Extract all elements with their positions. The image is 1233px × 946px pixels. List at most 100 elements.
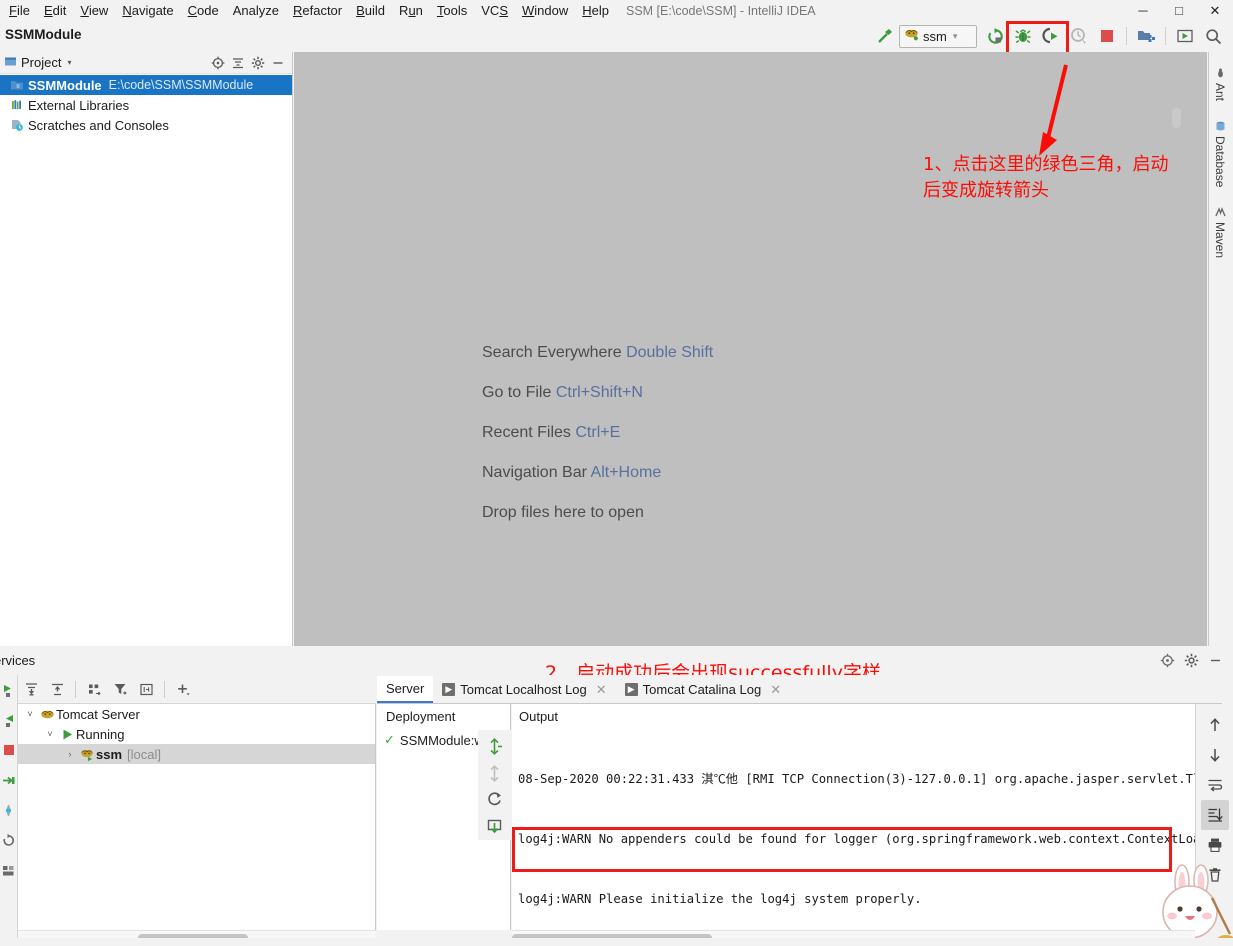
hide-icon[interactable] [268,54,288,72]
project-panel-title: Project [21,55,62,70]
settings-gear-icon[interactable] [1179,650,1203,670]
tree-item-name: External Libraries [28,97,130,113]
menu-item-vcs[interactable]: VCS [474,1,515,20]
menu-item-refactor[interactable]: Refactor [286,1,349,20]
project-structure-icon[interactable] [1133,23,1159,49]
menu-item-tools[interactable]: Tools [430,1,474,20]
tree-item-scratches[interactable]: Scratches and Consoles [0,115,292,135]
rerun-restart-icon[interactable] [982,23,1008,49]
toolbar-divider [1126,27,1127,45]
console-header: Output [512,704,1195,729]
profile-icon[interactable] [1066,23,1092,49]
rail-tab-database[interactable]: Database [1211,117,1229,191]
window-title: SSM [E:\code\SSM] - IntelliJ IDEA [626,3,816,18]
maximize-button[interactable]: □ [1161,0,1197,21]
tab-server[interactable]: Server [377,676,434,703]
project-panel-actions [208,54,292,72]
services-item-ssm[interactable]: › ssm [local] [18,744,375,764]
tree-item-external-libraries[interactable]: External Libraries [0,95,292,115]
idea-window: File Edit View Navigate Code Analyze Ref… [0,0,1233,946]
chevron-right-icon[interactable]: › [62,749,78,759]
close-icon[interactable]: ✕ [770,682,781,698]
menu-item-analyze[interactable]: Analyze [226,1,286,20]
console-line: log4j:WARN No appenders could be found f… [518,832,1195,846]
menu-item-code[interactable]: Code [181,1,226,20]
deploy-icon[interactable] [486,733,503,760]
chevron-down-icon[interactable]: ˅ [42,729,58,739]
libraries-icon [8,98,25,112]
services-title: ervices [0,652,36,668]
menu-item-window[interactable]: Window [515,1,575,20]
chevron-down-icon[interactable]: ▾ [953,31,958,42]
menu-item-build[interactable]: Build [349,1,392,20]
rerun-icon[interactable] [0,705,17,735]
scroll-to-end-icon[interactable] [1200,800,1229,830]
console-line: log4j:WARN Please initialize the log4j s… [518,892,922,906]
stop-icon[interactable] [1094,23,1120,49]
run-icon[interactable] [0,675,17,705]
chevron-down-icon[interactable]: ▾ [67,58,71,67]
locate-icon[interactable] [208,54,228,72]
minimize-button[interactable]: ─ [1125,0,1161,21]
close-icon[interactable]: ✕ [596,682,607,698]
menu-item-file[interactable]: File [2,1,37,20]
download-icon[interactable] [486,813,503,840]
toolbar-divider-2 [1165,27,1166,45]
console-output-panel[interactable]: Output 08-Sep-2020 00:22:31.433 淇℃他 [RMI… [512,704,1195,930]
hint-shortcut: Ctrl+E [575,424,621,441]
debug-bug-icon[interactable] [1010,23,1036,49]
menu-item-run[interactable]: Run [392,1,430,20]
expand-all-icon[interactable] [18,677,44,701]
menu-item-help[interactable]: Help [575,1,616,20]
run-anything-icon[interactable] [1172,23,1198,49]
hint-search-everywhere: Search Everywhere Double Shift [482,344,1002,362]
maven-icon [1213,207,1227,218]
menu-item-navigate[interactable]: Navigate [115,1,180,20]
scroll-up-icon[interactable] [1201,710,1229,740]
soft-wrap-icon[interactable] [1201,770,1229,800]
services-header-actions [1155,650,1233,670]
toolbar-divider [75,680,76,698]
services-item-tomcat-server[interactable]: ˅ Tomcat Server [18,704,375,724]
tab-tomcat-catalina-log[interactable]: ▶ Tomcat Catalina Log ✕ [616,676,790,703]
stop-icon[interactable] [0,735,17,765]
tab-tomcat-localhost-log[interactable]: ▶ Tomcat Localhost Log ✕ [433,676,615,703]
undeploy-icon[interactable] [486,760,503,787]
group-icon[interactable] [81,677,107,701]
locate-icon[interactable] [1155,650,1179,670]
settings-gear-icon[interactable] [248,54,268,72]
collapse-all-icon[interactable] [44,677,70,701]
layout-icon[interactable] [133,677,159,701]
menu-item-edit[interactable]: Edit [37,1,73,20]
restart-icon[interactable] [0,825,17,855]
filter-icon[interactable] [107,677,133,701]
tab-label: Server [386,681,425,696]
settings-icon[interactable] [0,795,17,825]
services-item-sublabel: [local] [127,746,161,762]
print-icon[interactable] [1201,830,1229,860]
layout-icon[interactable] [0,855,17,885]
menu-item-view[interactable]: View [73,1,115,20]
scroll-down-icon[interactable] [1201,740,1229,770]
search-icon[interactable] [1200,23,1226,49]
run-configuration-selector[interactable]: ssm ▾ [899,24,977,48]
hide-icon[interactable] [1203,650,1227,670]
editor-hints: Search Everywhere Double Shift Go to Fil… [482,344,1002,544]
services-item-label: ssm [96,746,123,762]
add-icon[interactable] [170,677,196,701]
console-icon: ▶ [624,683,638,696]
editor-vertical-scrollbar[interactable] [1172,108,1181,128]
collapse-all-icon[interactable] [228,54,248,72]
run-coverage-icon[interactable] [1038,23,1064,49]
deploy-icon[interactable] [0,765,17,795]
services-item-running[interactable]: ˅ Running [18,724,375,744]
hammer-icon[interactable] [872,23,898,49]
menu-bar: File Edit View Navigate Code Analyze Ref… [0,0,1233,21]
close-button[interactable]: ✕ [1197,0,1233,21]
annotation-arrow-1 [1039,64,1068,156]
redeploy-icon[interactable] [486,787,503,814]
tree-item-ssmmodule[interactable]: SSMModule E:\code\SSM\SSMModule [0,75,292,95]
rail-tab-maven[interactable]: Maven [1211,203,1229,262]
rail-tab-ant[interactable]: Ant [1211,64,1229,105]
chevron-down-icon[interactable]: ˅ [22,709,38,719]
